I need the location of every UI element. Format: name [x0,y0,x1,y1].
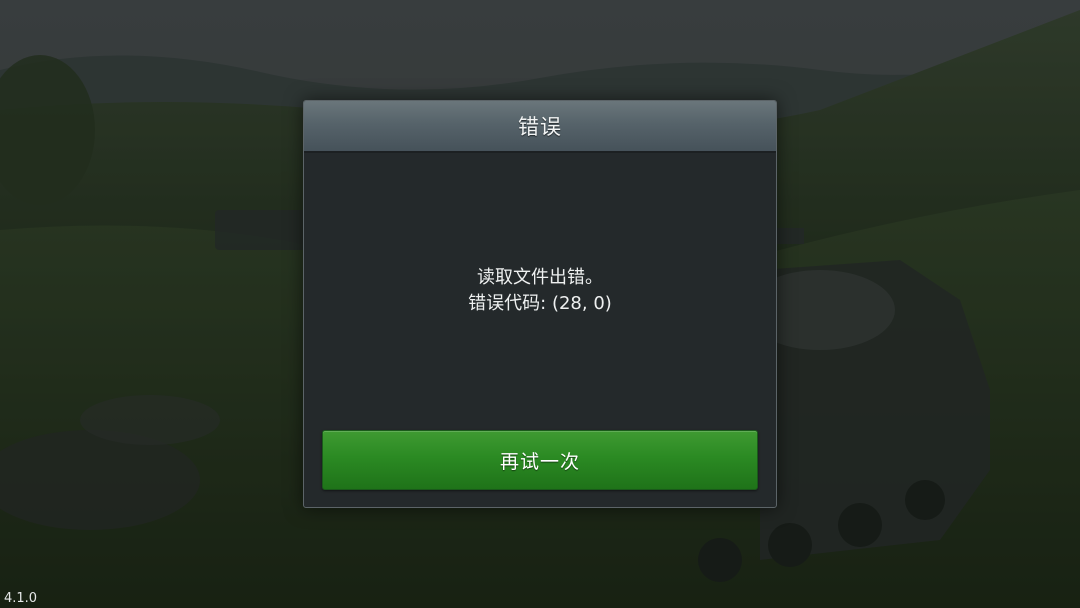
error-code: 错误代码: (28, 0) [468,293,612,314]
error-dialog: 错误 读取文件出错。 错误代码: (28, 0) 再试一次 [303,100,777,508]
retry-button[interactable]: 再试一次 [322,430,758,490]
dialog-title: 错误 [518,115,562,139]
dialog-body: 读取文件出错。 错误代码: (28, 0) [304,153,776,429]
error-message: 读取文件出错。 [477,267,603,288]
retry-button-label: 再试一次 [499,450,580,473]
game-screen: 错误 读取文件出错。 错误代码: (28, 0) 再试一次 4.1.0 [0,0,1080,608]
dialog-header: 错误 [304,101,776,153]
version-label: 4.1.0 [4,591,38,606]
